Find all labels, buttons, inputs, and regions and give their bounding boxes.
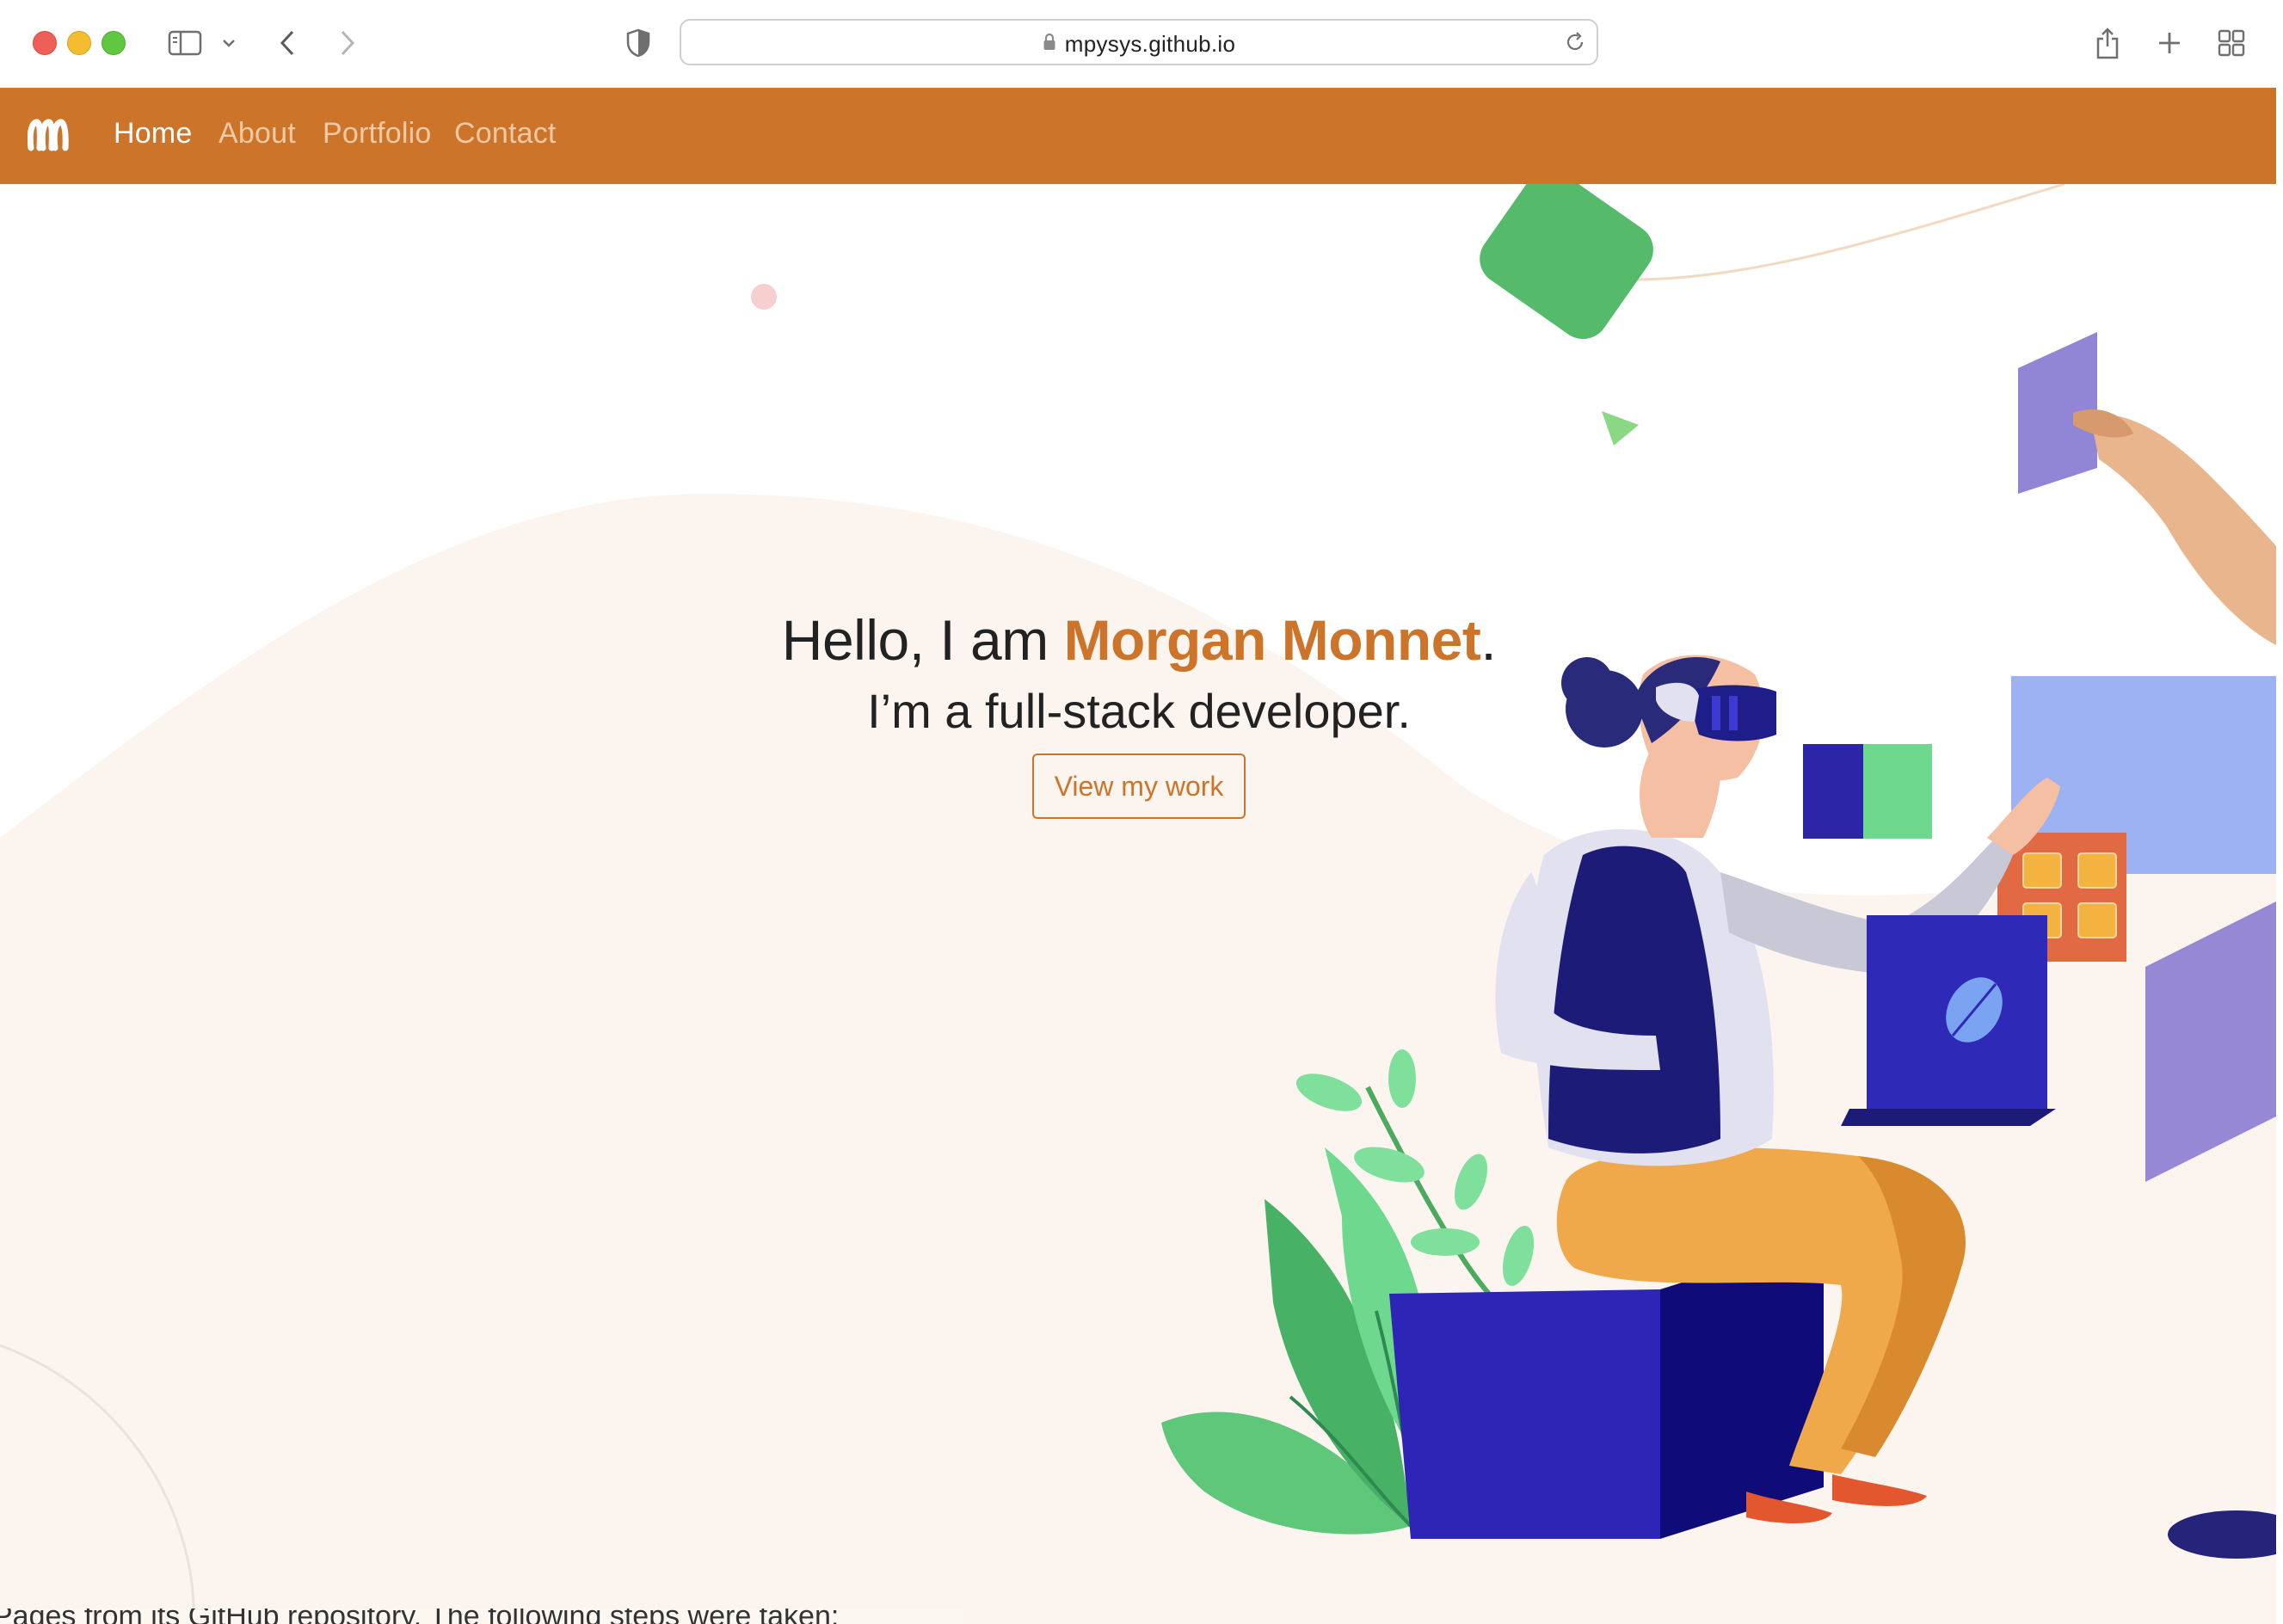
share-icon[interactable] [2090,21,2125,65]
sidebar-toggle-icon[interactable] [165,21,205,65]
nav-link-contact[interactable]: Contact [454,117,557,151]
chevron-down-icon[interactable] [217,21,241,65]
browser-toolbar: mpysys.github.io [0,0,2283,89]
tab-overview-icon[interactable] [2214,21,2249,65]
hero-section: Hello, I am Morgan Monnet. I’m a full-st… [0,184,2283,1624]
privacy-shield-icon[interactable] [623,21,654,65]
nav-link-portfolio[interactable]: Portfolio [323,117,432,151]
new-tab-icon[interactable] [2152,21,2187,65]
close-window-button[interactable] [33,31,57,55]
nav-link-about[interactable]: About [218,117,296,151]
address-bar[interactable]: mpysys.github.io [680,19,1598,65]
minimize-window-button[interactable] [67,31,91,55]
hero-tagline: I’m a full-stack developer. [867,684,1411,738]
site-navbar: Home About Portfolio Contact [0,88,2283,184]
window-edge [2276,88,2283,1624]
forward-icon[interactable] [332,21,363,65]
greeting-suffix: . [1480,608,1497,672]
back-icon[interactable] [272,21,303,65]
hero-name: Morgan Monnet [1063,608,1481,672]
reload-icon[interactable] [1564,31,1586,58]
lock-icon [1043,31,1056,58]
m-logo-icon[interactable] [27,117,69,151]
hero-illustration [0,184,2283,1624]
nav-link-home[interactable]: Home [114,117,193,151]
greeting-prefix: Hello, I am [781,608,1064,672]
view-my-work-button[interactable]: View my work [1032,754,1246,819]
url-text: mpysys.github.io [1064,31,1236,57]
hero-headline: Hello, I am Morgan Monnet. [0,607,2278,673]
zoom-window-button[interactable] [102,31,126,55]
browser-window: mpysys.github.io Home About Portfolio Co… [0,0,2283,1624]
underlying-page-text: Pages from its GitHub repository. The fo… [0,1609,963,1624]
